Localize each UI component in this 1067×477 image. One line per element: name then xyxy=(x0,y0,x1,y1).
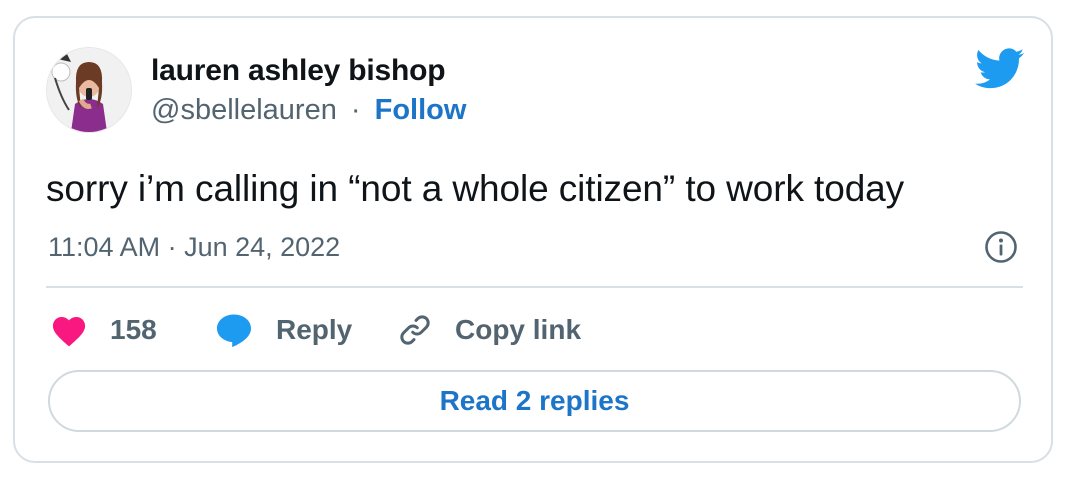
author-display-name[interactable]: lauren ashley bishop xyxy=(151,54,446,88)
copy-link-button[interactable]: Copy link xyxy=(397,310,581,350)
tweet-card: lauren ashley bishop @sbellelauren · Fol… xyxy=(13,16,1053,463)
copy-link-label: Copy link xyxy=(455,314,582,345)
like-count: 158 xyxy=(110,314,157,345)
read-replies-label: Read 2 replies xyxy=(439,385,630,416)
read-replies-button[interactable]: Read 2 replies xyxy=(48,370,1021,432)
like-button[interactable]: 158 xyxy=(50,310,157,350)
author-handle-row: @sbellelauren · Follow xyxy=(151,94,466,127)
divider xyxy=(46,286,1023,288)
heart-icon xyxy=(52,317,86,347)
speech-bubble-icon xyxy=(216,314,252,348)
author-handle[interactable]: @sbellelauren xyxy=(151,94,337,126)
tweet-text: sorry i’m calling in “not a whole citize… xyxy=(46,168,905,209)
info-icon[interactable] xyxy=(984,230,1018,264)
avatar[interactable] xyxy=(46,47,132,133)
twitter-bird-icon[interactable] xyxy=(975,48,1025,90)
reply-button[interactable]: Reply xyxy=(214,310,352,350)
avatar-photo xyxy=(47,48,131,132)
tweet-timestamp[interactable]: 11:04 AM · Jun 24, 2022 xyxy=(48,232,340,263)
separator-dot: · xyxy=(350,94,361,126)
reply-label: Reply xyxy=(276,314,353,345)
link-icon xyxy=(400,315,430,345)
follow-link[interactable]: Follow xyxy=(375,94,467,126)
